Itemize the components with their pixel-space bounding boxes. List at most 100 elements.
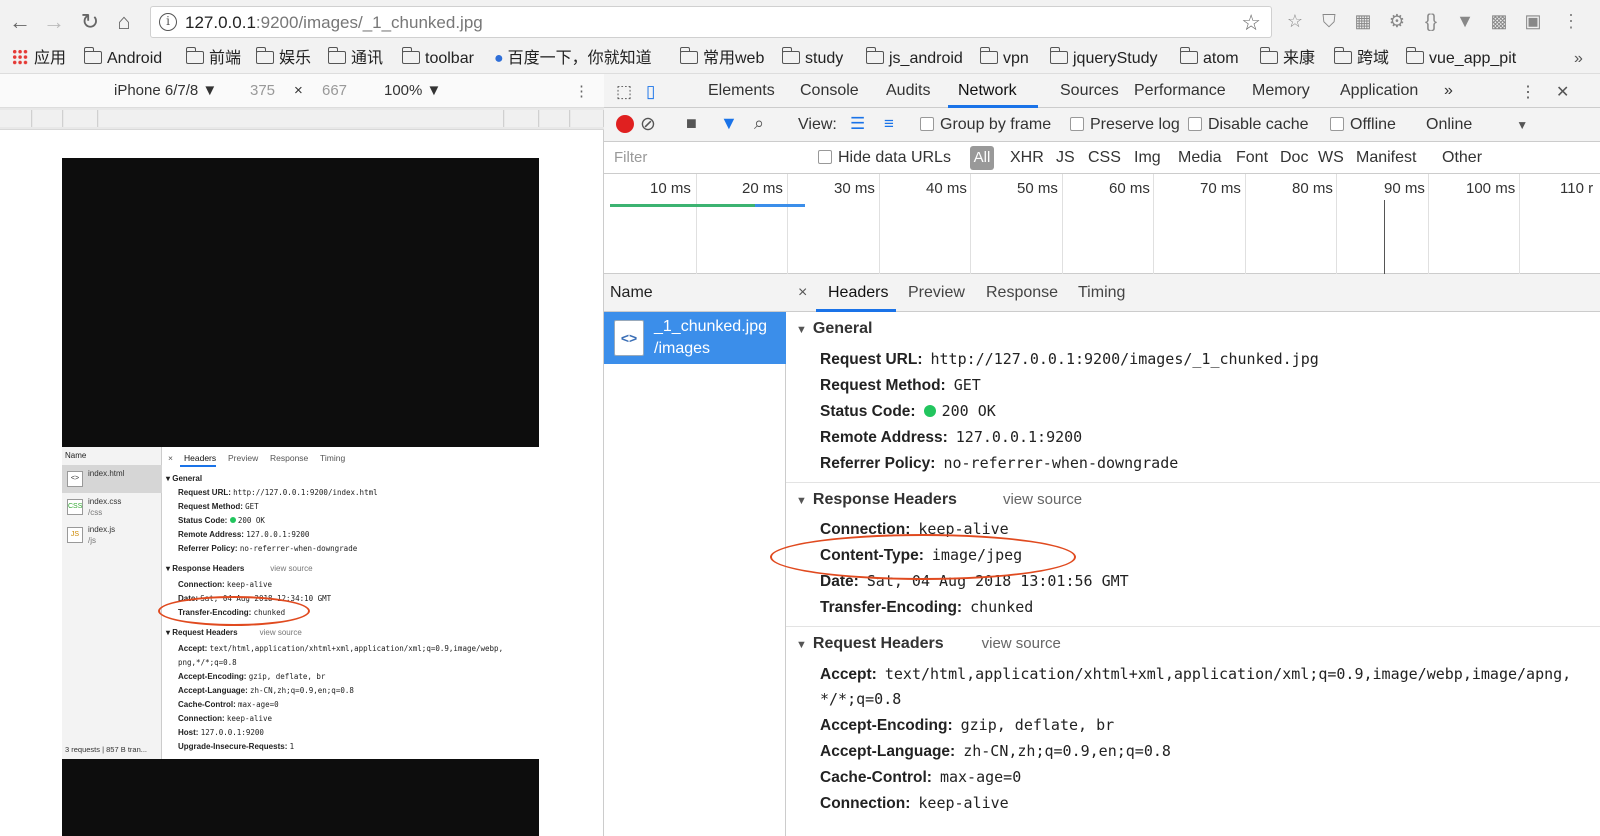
view-source-link[interactable]: view source	[982, 635, 1061, 652]
more-tabs-icon[interactable]: »	[1444, 82, 1453, 100]
tab-performance[interactable]: Performance	[1134, 82, 1226, 100]
mini-section-request[interactable]: ▾ Request Headers view source	[166, 628, 302, 637]
tab-preview[interactable]: Preview	[908, 284, 965, 302]
tab-elements[interactable]: Elements	[708, 82, 775, 100]
network-timeline[interactable]: 10 ms 20 ms 30 ms 40 ms 50 ms 60 ms 70 m…	[604, 174, 1600, 274]
forward-icon[interactable]: →	[42, 10, 66, 34]
screenshot-camera-icon[interactable]: ■	[686, 113, 697, 134]
request-row-selected[interactable]: <> _1_chunked.jpg /images	[604, 312, 786, 364]
device-menu-icon[interactable]: ⋮	[574, 82, 589, 100]
bookmark-star-icon[interactable]: ☆	[1241, 10, 1261, 36]
group-by-frame-checkbox[interactable]: Group by frame	[920, 116, 1051, 134]
info-icon[interactable]: i	[159, 13, 177, 31]
filter-type-font[interactable]: Font	[1236, 149, 1268, 167]
waterfall-view-icon[interactable]: ≡	[884, 114, 894, 134]
filter-type-all[interactable]: All	[970, 146, 994, 170]
mini-tab-headers[interactable]: Headers	[184, 453, 216, 463]
url-text[interactable]: 127.0.0.1:9200/images/_1_chunked.jpg	[185, 13, 483, 33]
devtools-menu-icon[interactable]: ⋮	[1520, 82, 1536, 102]
media-query-ruler[interactable]	[0, 108, 604, 130]
star-extension-icon[interactable]: ☆	[1284, 10, 1306, 32]
home-icon[interactable]: ⌂	[112, 10, 136, 34]
mini-section-general[interactable]: ▾ General	[166, 474, 202, 483]
close-detail-icon[interactable]: ×	[798, 284, 807, 302]
bookmark-folder[interactable]: 娱乐	[256, 47, 311, 70]
mini-close-icon[interactable]: ×	[168, 453, 173, 463]
more-bookmarks-icon[interactable]: »	[1574, 48, 1583, 70]
filter-input[interactable]: Filter	[614, 149, 647, 166]
list-view-icon[interactable]: ☰	[850, 114, 865, 134]
bookmark-folder[interactable]: vpn	[980, 47, 1029, 70]
zoom-select[interactable]: 100% ▼	[384, 82, 441, 99]
filter-type-xhr[interactable]: XHR	[1010, 149, 1044, 167]
bookmark-folder[interactable]: atom	[1180, 47, 1239, 70]
bookmark-folder[interactable]: jqueryStudy	[1050, 47, 1158, 70]
mini-tab-preview[interactable]: Preview	[228, 453, 258, 463]
tab-network[interactable]: Network	[958, 82, 1017, 100]
filter-type-css[interactable]: CSS	[1088, 149, 1121, 167]
filter-type-ws[interactable]: WS	[1318, 149, 1344, 167]
bookmark-folder[interactable]: 跨域	[1334, 47, 1389, 70]
bookmark-baidu[interactable]: ● 百度一下，你就知道	[494, 48, 652, 70]
preserve-log-checkbox[interactable]: Preserve log	[1070, 116, 1180, 134]
reload-icon[interactable]: ↻	[78, 10, 102, 34]
back-icon[interactable]: ←	[8, 10, 32, 34]
grid-extension-icon[interactable]: ▦	[1352, 10, 1374, 32]
tab-headers[interactable]: Headers	[828, 284, 888, 302]
search-icon[interactable]: ⌕	[754, 113, 764, 134]
close-devtools-icon[interactable]: ✕	[1556, 82, 1569, 102]
tab-memory[interactable]: Memory	[1252, 82, 1310, 100]
mini-section-response[interactable]: ▾ Response Headers view source	[166, 564, 313, 573]
bookmark-folder[interactable]: Android	[84, 47, 162, 70]
device-select[interactable]: iPhone 6/7/8 ▼	[114, 82, 217, 99]
filter-type-other[interactable]: Other	[1442, 149, 1482, 167]
tab-console[interactable]: Console	[800, 82, 859, 100]
tab-application[interactable]: Application	[1340, 82, 1418, 100]
tab-timing[interactable]: Timing	[1078, 284, 1125, 302]
bookmark-folder[interactable]: toolbar	[402, 47, 474, 70]
clear-icon[interactable]: ⊘	[640, 113, 656, 136]
inspect-element-icon[interactable]: ⬚	[616, 82, 632, 102]
section-general[interactable]: ▼ General	[796, 320, 872, 338]
vue-extension-icon[interactable]: ▼	[1454, 10, 1476, 32]
device-toolbar-icon[interactable]: ▯	[646, 82, 655, 102]
bookmark-apps[interactable]: 应用	[12, 48, 66, 70]
address-bar[interactable]: i 127.0.0.1:9200/images/_1_chunked.jpg ☆	[150, 6, 1272, 38]
braces-extension-icon[interactable]: {}	[1420, 10, 1442, 32]
filter-type-img[interactable]: Img	[1134, 149, 1161, 167]
bookmark-folder[interactable]: 通讯	[328, 47, 383, 70]
tab-audits[interactable]: Audits	[886, 82, 930, 100]
record-icon[interactable]	[616, 115, 634, 133]
shield-extension-icon[interactable]: ⛉	[1318, 10, 1340, 32]
emulated-viewport[interactable]: Name <> index.html CSS index.css/css JS …	[62, 158, 539, 836]
device-height[interactable]: 667	[322, 82, 347, 99]
mini-tab-response[interactable]: Response	[270, 453, 308, 463]
bookmark-folder[interactable]: 来康	[1260, 47, 1315, 70]
filter-funnel-icon[interactable]: ▼	[720, 113, 738, 134]
mini-request-row[interactable]: JS index.js/js	[62, 521, 162, 549]
mini-request-row[interactable]: <> index.html	[62, 465, 162, 493]
filter-type-media[interactable]: Media	[1178, 149, 1222, 167]
bookmark-folder[interactable]: 常用web	[680, 47, 764, 70]
bookmark-folder[interactable]: js_android	[866, 47, 963, 70]
name-column-header[interactable]: Name	[604, 274, 786, 312]
device-width[interactable]: 375	[250, 82, 275, 99]
filter-type-js[interactable]: JS	[1056, 149, 1075, 167]
bookmark-folder[interactable]: 前端	[186, 47, 241, 70]
bookmark-folder[interactable]: study	[782, 47, 843, 70]
offline-checkbox[interactable]: Offline	[1330, 116, 1396, 134]
throttling-select[interactable]: Online ▼	[1426, 116, 1528, 134]
filter-type-manifest[interactable]: Manifest	[1356, 149, 1416, 167]
bookmark-folder[interactable]: vue_app_pit	[1406, 47, 1516, 70]
mini-tab-timing[interactable]: Timing	[320, 453, 345, 463]
qr-extension-icon[interactable]: ▩	[1488, 10, 1510, 32]
section-response-headers[interactable]: ▼ Response Headers view source	[796, 491, 1082, 509]
tab-response[interactable]: Response	[986, 284, 1058, 302]
gear-extension-icon[interactable]: ⚙	[1386, 10, 1408, 32]
disable-cache-checkbox[interactable]: Disable cache	[1188, 116, 1309, 134]
image-extension-icon[interactable]: ▣	[1522, 10, 1544, 32]
filter-type-doc[interactable]: Doc	[1280, 149, 1308, 167]
menu-dots-icon[interactable]: ⋮	[1560, 10, 1582, 32]
tab-sources[interactable]: Sources	[1060, 82, 1119, 100]
mini-request-row[interactable]: CSS index.css/css	[62, 493, 162, 521]
